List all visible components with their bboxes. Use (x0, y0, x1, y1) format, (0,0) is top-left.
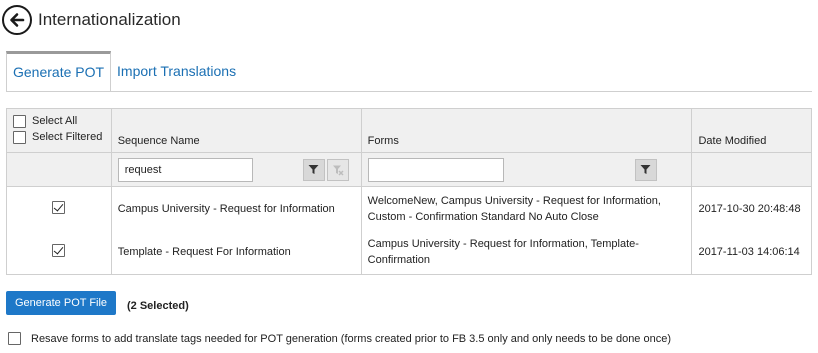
tab-bar: Generate POT Import Translations (6, 51, 242, 92)
sequence-clear-filter-button[interactable] (326, 158, 349, 181)
tab-divider (6, 91, 812, 92)
generate-pot-file-button[interactable]: Generate POT File (6, 291, 116, 315)
column-header-date-modified[interactable]: Date Modified (691, 108, 812, 153)
forms-line: Campus University - Request for Informat… (367, 238, 639, 251)
table-row[interactable]: Campus University - Request for Informat… (6, 186, 812, 231)
clear-filter-icon (332, 165, 344, 176)
select-filtered-checkbox[interactable] (13, 130, 26, 144)
tab-generate-pot[interactable]: Generate POT (6, 51, 112, 92)
column-header-sequence-name[interactable]: Sequence Name (110, 108, 362, 153)
arrow-left-circle-icon (10, 13, 25, 27)
sequence-name-cell: Template - Request For Information (110, 230, 362, 275)
row-checkbox[interactable] (52, 200, 66, 214)
select-filtered-label: Select Filtered (32, 131, 103, 143)
filter-cell-date (691, 152, 812, 187)
select-all-label: Select All (32, 115, 78, 127)
resave-option: Resave forms to add translate tags neede… (8, 332, 671, 345)
resave-forms-label: Resave forms to add translate tags neede… (31, 332, 671, 345)
date-modified-cell: 2017-10-30 20:48:48 (691, 186, 812, 231)
back-button[interactable] (2, 5, 32, 35)
filter-cell-empty (6, 152, 112, 187)
forms-line: WelcomeNew, Campus University - Request … (367, 194, 661, 207)
select-all-checkbox[interactable] (13, 114, 26, 128)
page-title: Internationalization (38, 10, 181, 29)
forms-line: Confirmation (367, 254, 431, 267)
forms-filter-input[interactable] (367, 157, 504, 182)
page-header: Internationalization (2, 4, 181, 36)
row-select-cell (6, 230, 112, 275)
tab-import-translations[interactable]: Import Translations (111, 51, 242, 91)
select-header-cell: Select All Select Filtered (6, 108, 112, 153)
forms-filter-button[interactable] (634, 158, 657, 181)
forms-cell: WelcomeNew, Campus University - Request … (360, 186, 693, 231)
filter-icon (308, 165, 319, 174)
filter-cell-sequence (110, 152, 362, 187)
forms-line: Custom - Confirmation Standard No Auto C… (367, 210, 599, 223)
row-checkbox[interactable] (52, 244, 66, 258)
resave-forms-checkbox[interactable] (8, 332, 21, 345)
row-select-cell (6, 186, 112, 231)
selected-count-label: (2 Selected) (127, 300, 189, 312)
column-header-forms[interactable]: Forms (360, 108, 693, 153)
filter-cell-forms (360, 152, 693, 187)
table-row[interactable]: Template - Request For Information Campu… (6, 230, 812, 275)
forms-cell: Campus University - Request for Informat… (360, 230, 693, 275)
date-modified-cell: 2017-11-03 14:06:14 (691, 230, 812, 275)
sequence-name-cell: Campus University - Request for Informat… (110, 186, 362, 231)
sequence-filter-button[interactable] (302, 158, 325, 181)
sequence-filter-input[interactable] (117, 157, 253, 182)
sequence-table: Select All Select Filtered Sequence Name… (6, 108, 812, 275)
filter-icon (640, 165, 651, 174)
